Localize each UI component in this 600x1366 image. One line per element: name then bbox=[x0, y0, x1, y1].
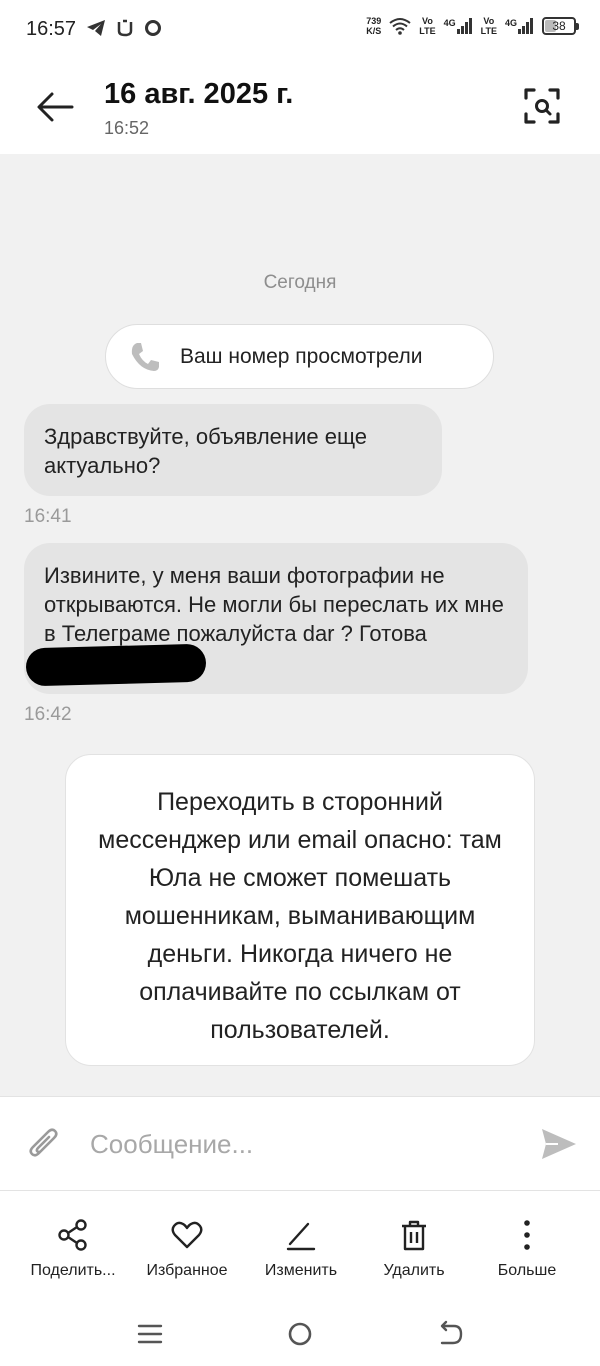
message-text: Здравствуйте, объявление еще актуально? bbox=[44, 424, 368, 478]
message-input[interactable] bbox=[90, 1119, 510, 1169]
safety-warning-text: Переходить в сторонний мессенджер или em… bbox=[98, 788, 502, 1044]
back-curve-icon bbox=[440, 1320, 463, 1345]
home-circle-icon bbox=[288, 1322, 312, 1346]
share-icon bbox=[58, 1219, 87, 1251]
redaction-mark bbox=[25, 643, 207, 687]
recent-apps-button[interactable] bbox=[134, 1318, 166, 1350]
pencil-icon bbox=[286, 1222, 316, 1251]
bottom-action-bar: Поделить... Избранное Изменить Удалить Б… bbox=[0, 1192, 600, 1302]
heart-icon bbox=[171, 1221, 203, 1249]
sim2-signal: 4G bbox=[505, 18, 534, 34]
sim1-signal: 4G bbox=[444, 18, 473, 34]
send-button[interactable] bbox=[540, 1127, 578, 1161]
system-message: Ваш номер просмотрели bbox=[105, 324, 494, 389]
paperclip-icon bbox=[29, 1128, 58, 1157]
chat-header: 16 авг. 2025 г. 16:52 bbox=[0, 60, 600, 154]
telegram-icon bbox=[87, 20, 105, 36]
signal-icon bbox=[456, 18, 472, 34]
message-bubble[interactable]: Здравствуйте, объявление еще актуально? bbox=[24, 404, 442, 496]
attach-button[interactable] bbox=[26, 1125, 62, 1163]
scan-icon bbox=[524, 88, 560, 124]
trash-icon bbox=[402, 1220, 426, 1251]
arrow-left-icon bbox=[37, 92, 74, 122]
battery-indicator: 38 bbox=[542, 17, 579, 35]
sim2-volte: Vo LTE bbox=[480, 16, 497, 36]
share-label: Поделить... bbox=[30, 1262, 116, 1279]
app-notification-icon bbox=[117, 19, 133, 37]
send-icon bbox=[542, 1129, 576, 1159]
page-subtitle: 16:52 bbox=[104, 118, 150, 138]
system-navigation-bar bbox=[0, 1302, 600, 1366]
safety-warning-card: Переходить в сторонний мессенджер или em… bbox=[65, 754, 535, 1066]
favorite-action[interactable]: Избранное bbox=[127, 1218, 247, 1280]
menu-icon bbox=[137, 1324, 163, 1344]
more-vertical-icon bbox=[524, 1220, 530, 1250]
date-divider: Сегодня bbox=[263, 272, 337, 293]
status-bar: 16:57 739 K/S Vo LTE 4G Vo LTE 4G 38 bbox=[0, 0, 600, 60]
more-label: Больше bbox=[497, 1262, 557, 1279]
status-system-icons: 739 K/S Vo LTE 4G Vo LTE 4G 38 bbox=[366, 16, 579, 36]
sim1-volte: Vo LTE bbox=[419, 16, 436, 36]
status-time: 16:57 bbox=[26, 18, 77, 40]
system-message-text: Ваш номер просмотрели bbox=[180, 344, 423, 368]
status-notification-icons bbox=[86, 19, 162, 37]
signal-icon bbox=[518, 18, 533, 34]
favorite-label: Избранное bbox=[146, 1262, 228, 1279]
more-action[interactable]: Больше bbox=[467, 1218, 587, 1280]
system-back-button[interactable] bbox=[434, 1318, 466, 1350]
circle-notification-icon bbox=[145, 20, 161, 36]
share-action[interactable]: Поделить... bbox=[13, 1218, 133, 1280]
chat-area[interactable]: Сегодня Ваш номер просмотрели Здравствуй… bbox=[0, 154, 600, 1096]
edit-label: Изменить bbox=[264, 1262, 338, 1279]
scan-button[interactable] bbox=[522, 86, 562, 126]
delete-label: Удалить bbox=[383, 1262, 445, 1279]
page-title: 16 авг. 2025 г. bbox=[104, 78, 294, 110]
phone-icon bbox=[131, 342, 159, 371]
home-button[interactable] bbox=[284, 1318, 316, 1350]
back-button[interactable] bbox=[34, 86, 76, 128]
edit-action[interactable]: Изменить bbox=[241, 1218, 361, 1280]
message-time: 16:41 bbox=[24, 506, 72, 527]
network-speed: 739 K/S bbox=[366, 16, 382, 36]
delete-action[interactable]: Удалить bbox=[354, 1218, 474, 1280]
wifi-icon bbox=[389, 18, 411, 35]
message-composer bbox=[0, 1096, 600, 1191]
message-time: 16:42 bbox=[24, 704, 72, 725]
